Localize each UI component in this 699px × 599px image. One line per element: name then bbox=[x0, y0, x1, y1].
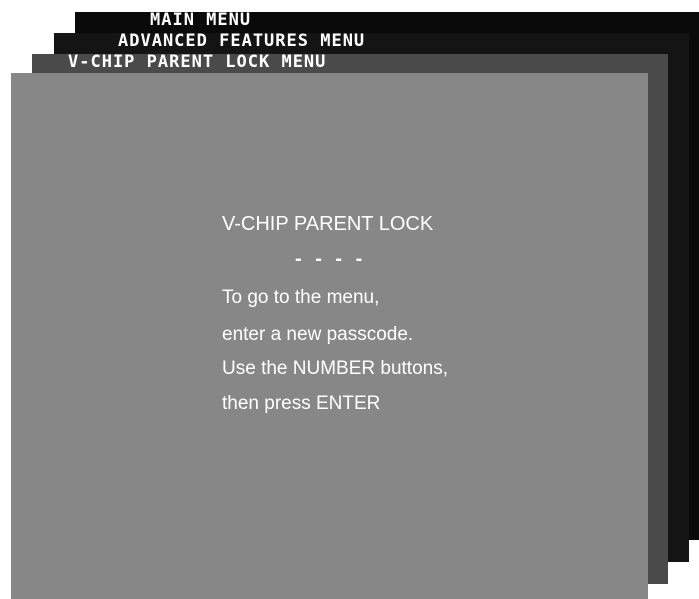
instruction-line-1: To go to the menu, bbox=[222, 287, 380, 308]
instruction-line-4: then press ENTER bbox=[222, 393, 381, 414]
panel-heading: V-CHIP PARENT LOCK bbox=[222, 213, 434, 235]
vchip-parent-lock-panel: V-CHIP PARENT LOCK - - - - To go to the … bbox=[11, 73, 648, 599]
passcode-entry-field[interactable]: - - - - bbox=[295, 248, 366, 271]
vchip-parent-lock-menu-title: V-CHIP PARENT LOCK MENU bbox=[68, 52, 327, 72]
instruction-line-2: enter a new passcode. bbox=[222, 324, 414, 345]
advanced-features-menu-title: ADVANCED FEATURES MENU bbox=[118, 31, 366, 51]
main-menu-title: MAIN MENU bbox=[150, 10, 252, 30]
instruction-line-3: Use the NUMBER buttons, bbox=[222, 358, 448, 379]
